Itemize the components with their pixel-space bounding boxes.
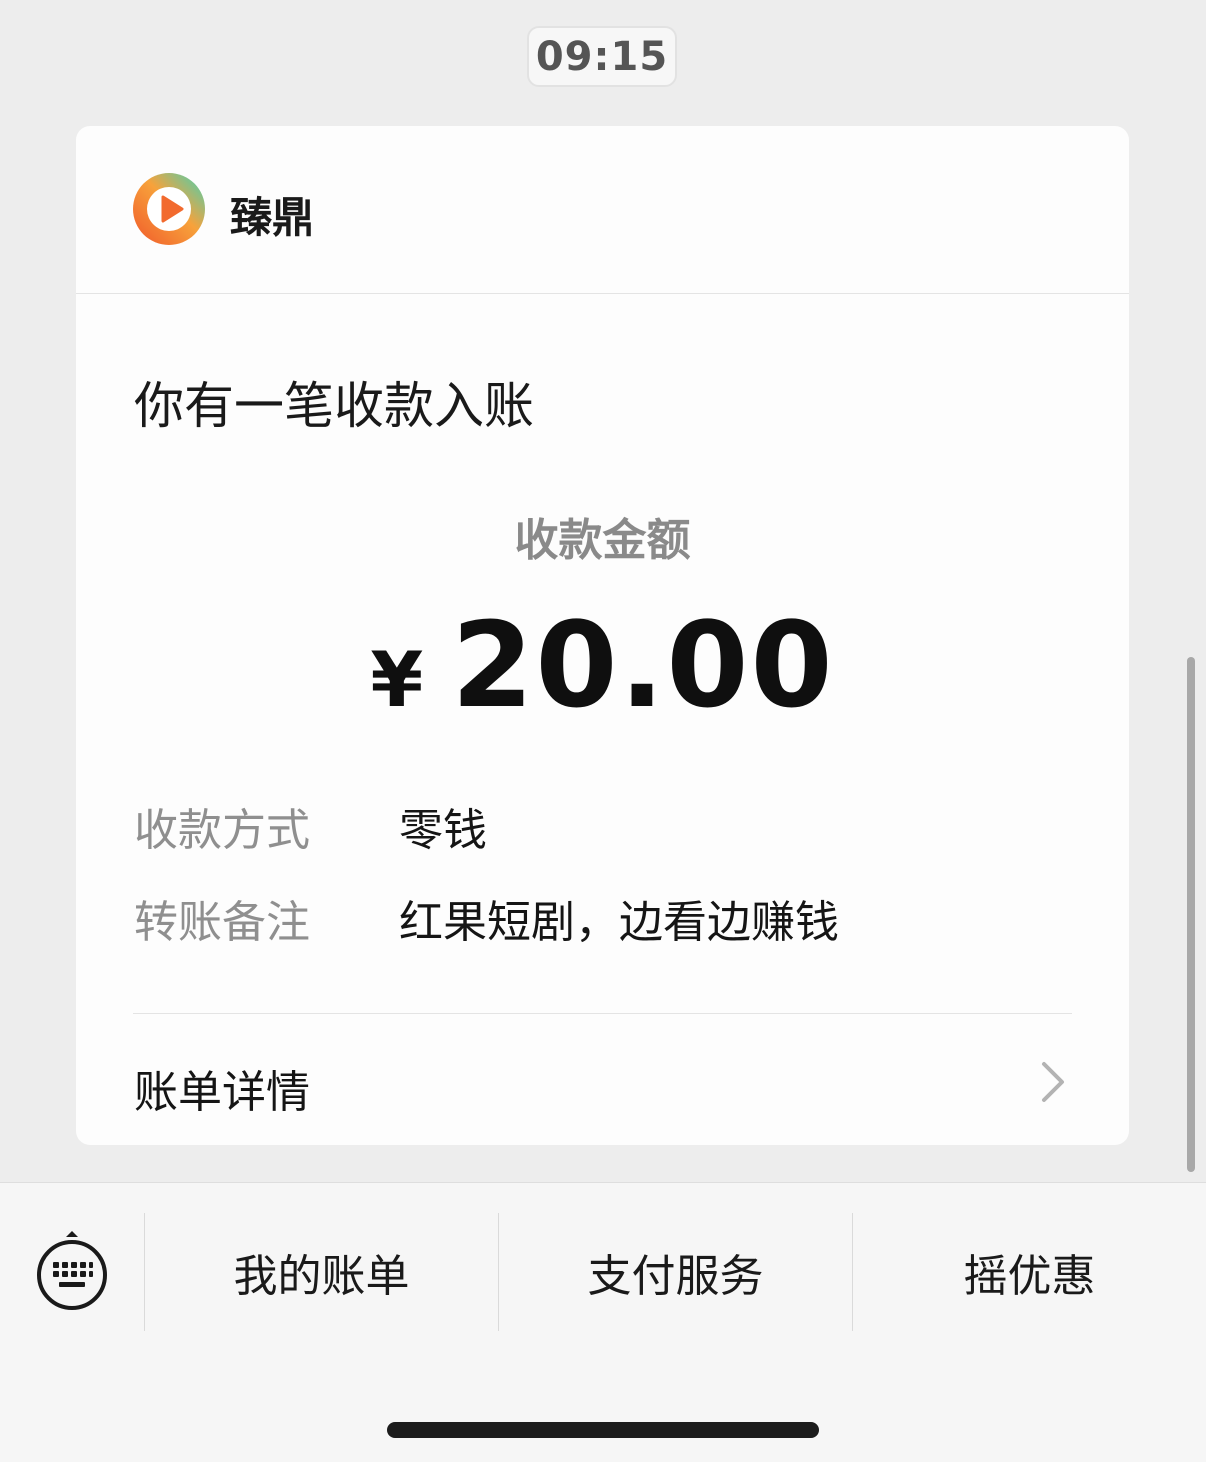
payment-notification-card[interactable]: 臻鼎 你有一笔收款入账 收款金额 ¥ 20.00 收款方式 零钱 转账备注 红果… [76, 126, 1129, 1145]
play-logo-icon [133, 173, 205, 245]
keyboard-toggle-icon[interactable] [34, 1227, 110, 1313]
detail-key: 转账备注 [134, 897, 310, 948]
menu-item-shake-deals[interactable]: 摇优惠 [853, 1213, 1206, 1331]
amount-label: 收款金额 [514, 515, 691, 566]
detail-value: 零钱 [399, 805, 487, 856]
currency-symbol: ¥ [370, 635, 424, 724]
amount-display: ¥ 20.00 [76, 596, 1129, 734]
menu-item-my-bills[interactable]: 我的账单 [145, 1213, 498, 1331]
detail-value: 红果短剧，边看边赚钱 [399, 897, 839, 948]
home-indicator[interactable] [387, 1422, 819, 1438]
merchant-name: 臻鼎 [230, 193, 315, 242]
menu-item-payment-services[interactable]: 支付服务 [499, 1213, 852, 1331]
notification-headline: 你有一笔收款入账 [134, 377, 534, 435]
chevron-right-icon [1042, 1062, 1064, 1102]
amount-value: 20.00 [451, 596, 835, 734]
detail-key: 收款方式 [134, 805, 310, 856]
bill-details-link[interactable]: 账单详情 [76, 1014, 1129, 1145]
bottom-menu-bar: 我的账单 支付服务 摇优惠 [0, 1182, 1206, 1462]
scrollbar[interactable] [1187, 657, 1195, 1172]
bill-details-label: 账单详情 [134, 1067, 310, 1118]
card-header: 臻鼎 [76, 126, 1129, 294]
timestamp-pill: 09:15 [527, 26, 677, 87]
